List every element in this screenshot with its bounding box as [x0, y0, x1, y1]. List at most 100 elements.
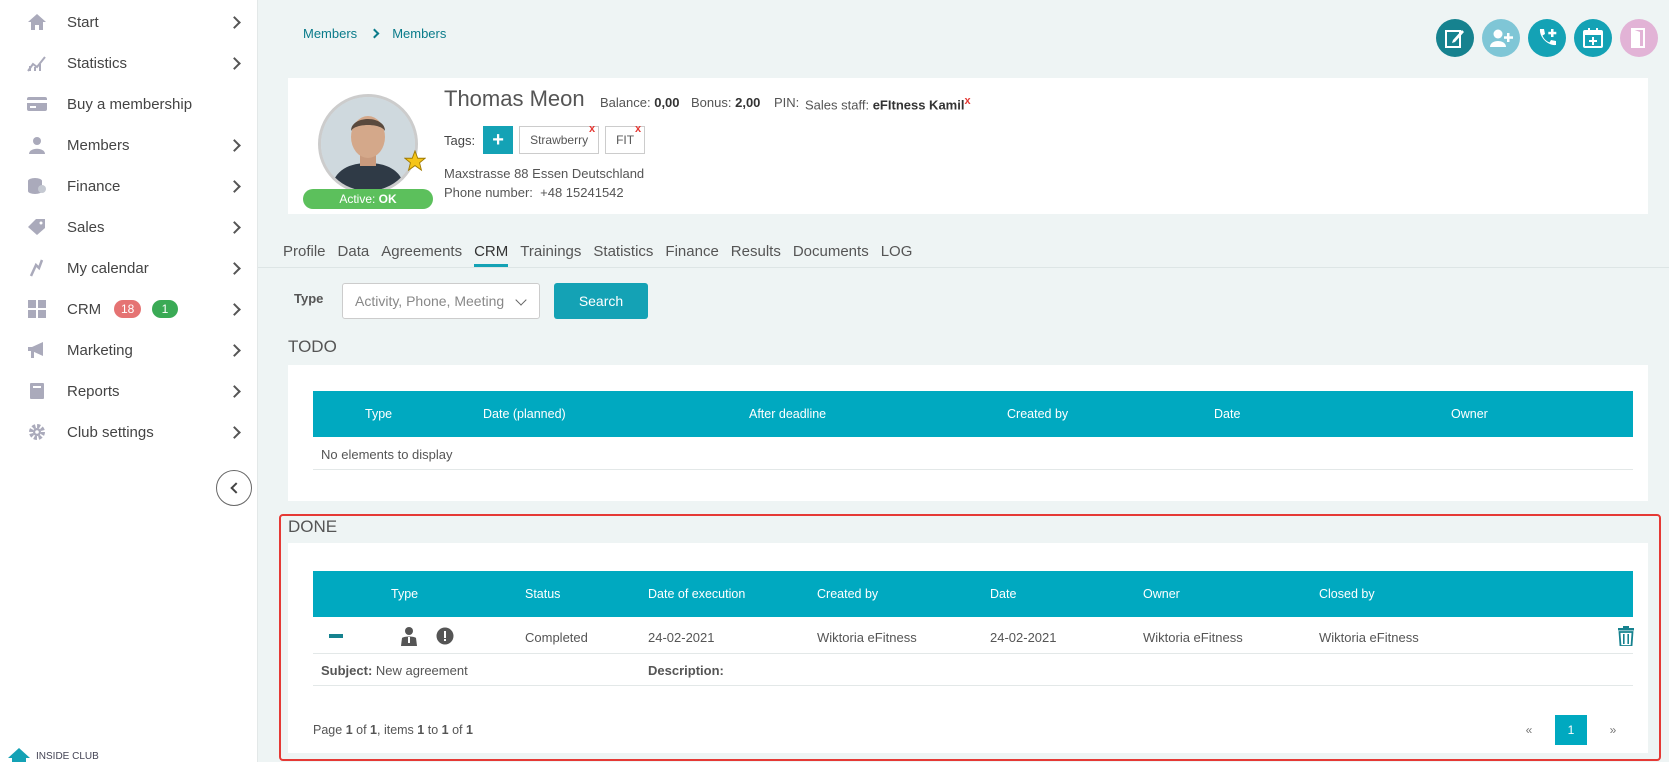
sidebar-item-label: Marketing	[67, 341, 133, 359]
member-tabs: Profile Data Agreements CRM Trainings St…	[283, 243, 912, 267]
breadcrumb: Members Members	[303, 26, 446, 41]
sidebar-item-calendar[interactable]: My calendar	[0, 248, 258, 288]
remove-tag-icon[interactable]: x	[589, 123, 595, 135]
brand-name: INSIDE CLUB	[36, 751, 99, 762]
remove-sales-staff-icon[interactable]: x	[964, 95, 970, 107]
status-badge: Active: OK	[303, 189, 433, 209]
todo-table-header: Type Date (planned) After deadline Creat…	[313, 391, 1633, 437]
calendar-icon	[26, 259, 48, 277]
chevron-left-icon	[229, 482, 242, 494]
chevron-right-icon	[228, 302, 241, 316]
phone-label: Phone number:	[444, 185, 533, 200]
exit-button[interactable]	[1620, 19, 1658, 57]
sidebar-item-start[interactable]: Start	[0, 2, 258, 42]
coins-icon	[26, 177, 48, 195]
add-tag-button[interactable]: +	[483, 126, 514, 154]
todo-col-owner[interactable]: Owner	[1451, 407, 1488, 421]
todo-col-type[interactable]: Type	[365, 407, 392, 421]
sidebar-item-label: My calendar	[67, 259, 149, 277]
bonus-value: 2,00	[735, 95, 761, 110]
calendar-plus-icon	[1583, 28, 1603, 48]
grid-icon	[26, 300, 48, 318]
sidebar: Start Statistics Buy a membership Member…	[0, 0, 258, 762]
tab-profile[interactable]: Profile	[283, 243, 326, 267]
sidebar-item-crm[interactable]: CRM 18 1	[0, 289, 258, 329]
main-content: Members Members Active: OK Thomas Meon B…	[258, 0, 1669, 762]
tab-crm[interactable]: CRM	[474, 243, 509, 267]
top-actions	[1436, 19, 1658, 57]
add-call-button[interactable]	[1528, 19, 1566, 57]
sidebar-item-members[interactable]: Members	[0, 125, 258, 165]
tab-agreements[interactable]: Agreements	[381, 243, 462, 267]
sidebar-item-buy-membership[interactable]: Buy a membership	[0, 84, 258, 124]
collapse-sidebar-button[interactable]	[216, 470, 252, 506]
todo-col-after-deadline[interactable]: After deadline	[749, 407, 826, 421]
member-profile-card: Active: OK Thomas Meon Balance: 0,00 Bon…	[288, 78, 1648, 214]
tab-trainings[interactable]: Trainings	[520, 243, 581, 267]
type-select-placeholder: Activity, Phone, Meeting	[355, 293, 505, 309]
phone-value: +48 15241542	[540, 185, 624, 200]
remove-tag-icon[interactable]: x	[635, 123, 641, 135]
todo-empty-message: No elements to display	[321, 447, 453, 462]
sales-staff-label: Sales staff:	[805, 97, 870, 113]
sidebar-item-label: Finance	[67, 177, 121, 195]
tags-label: Tags:	[444, 132, 476, 148]
sidebar-item-label: Buy a membership	[67, 95, 193, 113]
favorite-star-icon	[404, 150, 426, 172]
sidebar-item-label: Reports	[67, 382, 120, 400]
sidebar-item-reports[interactable]: Reports	[0, 371, 258, 411]
home-icon	[26, 13, 48, 31]
member-name: Thomas Meon	[444, 86, 585, 111]
sales-staff: Sales staff: eFItness Kamilx	[805, 95, 971, 112]
tags-row: Tags: + Strawberry x FIT x	[444, 123, 646, 154]
breadcrumb-current[interactable]: Members	[392, 26, 446, 41]
todo-col-date[interactable]: Date	[1214, 407, 1240, 421]
member-address: Maxstrasse 88 Essen Deutschland	[444, 166, 645, 181]
add-event-button[interactable]	[1574, 19, 1612, 57]
crm-red-badge: 18	[114, 300, 142, 318]
todo-title: TODO	[288, 337, 337, 356]
sidebar-item-finance[interactable]: Finance	[0, 166, 258, 206]
edit-member-button[interactable]	[1436, 19, 1474, 57]
done-section-highlight	[279, 514, 1661, 761]
breadcrumb-members[interactable]: Members	[303, 26, 357, 41]
tab-data[interactable]: Data	[338, 243, 370, 267]
chart-icon	[26, 54, 48, 72]
brand-logo: INSIDE CLUB	[8, 748, 99, 762]
sidebar-item-club-settings[interactable]: Club settings	[0, 412, 258, 452]
tab-results[interactable]: Results	[731, 243, 781, 267]
phone-plus-icon	[1539, 29, 1557, 46]
avatar	[318, 94, 418, 194]
search-button[interactable]: Search	[554, 283, 648, 319]
tabs-divider	[258, 267, 1669, 268]
chevron-right-icon	[369, 28, 380, 39]
tab-documents[interactable]: Documents	[793, 243, 869, 267]
tab-finance[interactable]: Finance	[665, 243, 718, 267]
todo-col-date-planned[interactable]: Date (planned)	[483, 407, 566, 421]
member-phone: Phone number: +48 15241542	[444, 185, 624, 200]
user-icon	[26, 136, 48, 154]
sidebar-item-sales[interactable]: Sales	[0, 207, 258, 247]
chevron-right-icon	[228, 138, 241, 152]
tag-icon	[26, 218, 48, 236]
gear-icon	[26, 423, 48, 441]
card-icon	[26, 95, 48, 113]
tag-fit[interactable]: FIT x	[605, 123, 646, 154]
sidebar-item-statistics[interactable]: Statistics	[0, 43, 258, 83]
edit-icon	[1445, 30, 1464, 48]
bonus: Bonus: 2,00	[691, 95, 760, 110]
tab-log[interactable]: LOG	[881, 243, 913, 267]
megaphone-icon	[26, 341, 48, 359]
sidebar-item-label: CRM	[67, 300, 102, 318]
add-member-button[interactable]	[1482, 19, 1520, 57]
type-select[interactable]: Activity, Phone, Meeting	[342, 283, 540, 319]
todo-col-created-by[interactable]: Created by	[1007, 407, 1068, 421]
chevron-right-icon	[228, 56, 241, 70]
tab-statistics[interactable]: Statistics	[593, 243, 653, 267]
door-exit-icon	[1631, 28, 1645, 48]
book-icon	[26, 382, 48, 400]
tag-strawberry[interactable]: Strawberry x	[519, 123, 600, 154]
pin: PIN:	[774, 95, 800, 110]
sidebar-item-marketing[interactable]: Marketing	[0, 330, 258, 370]
add-user-icon	[1490, 29, 1513, 47]
